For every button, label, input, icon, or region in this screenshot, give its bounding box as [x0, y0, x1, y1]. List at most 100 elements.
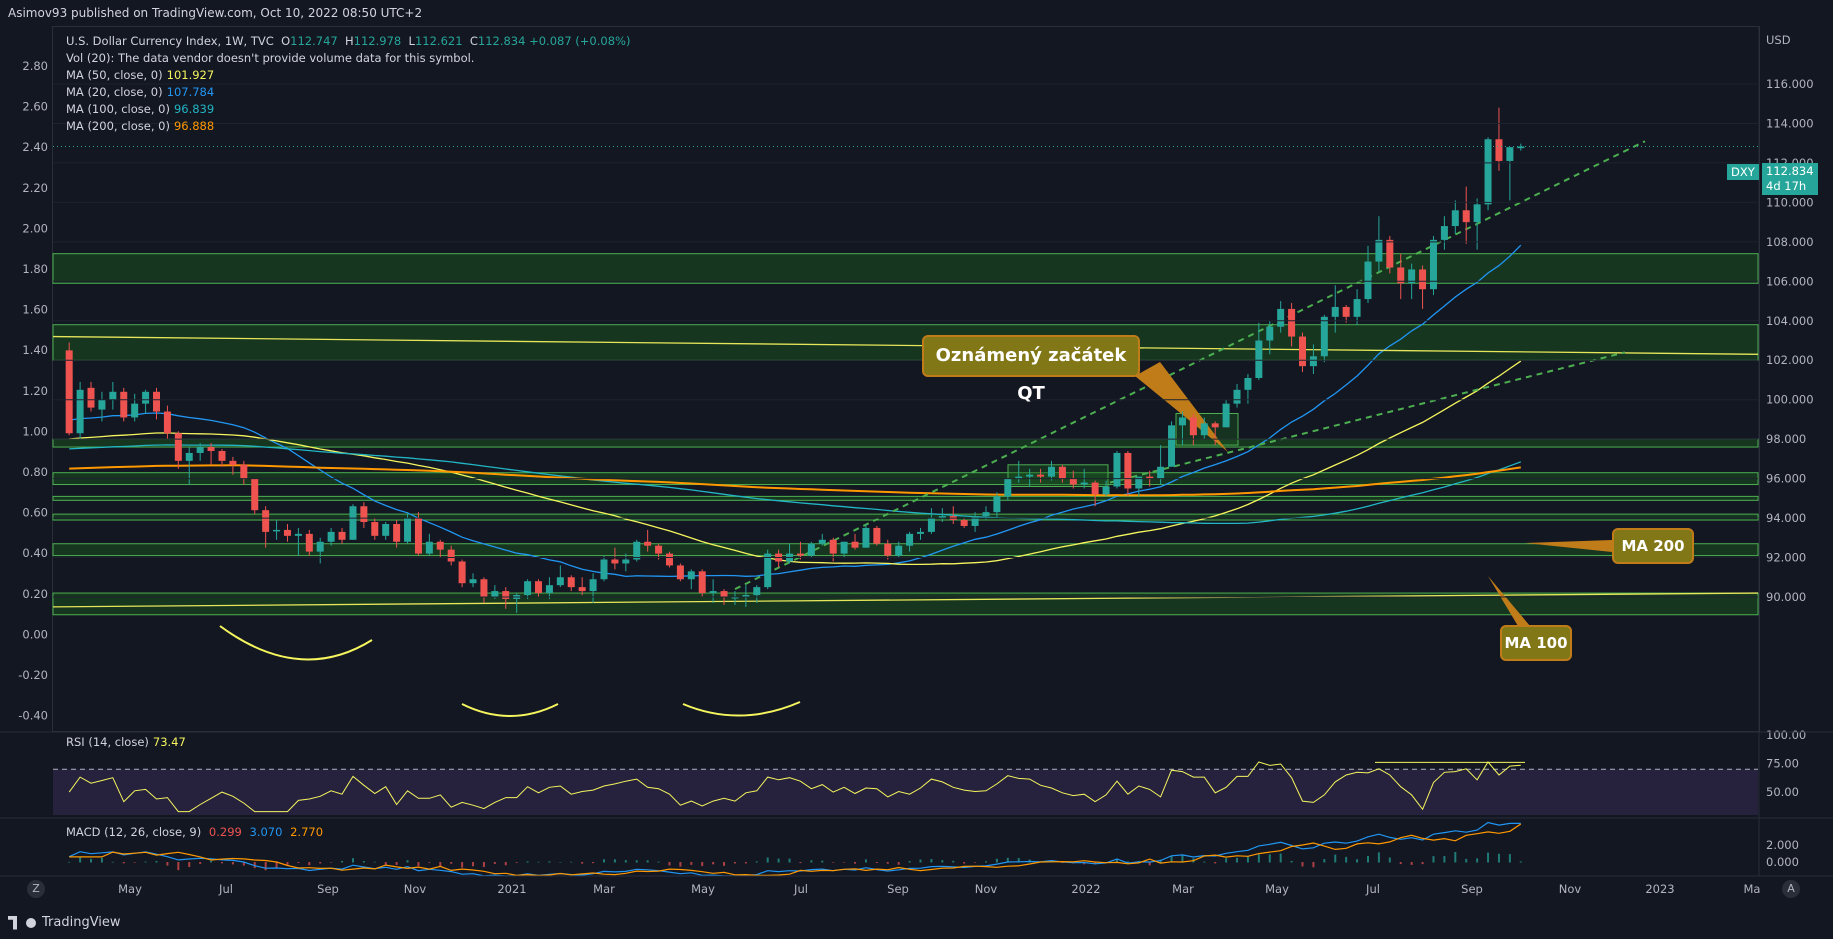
symbol-title: U.S. Dollar Currency Index, 1W, TVC [66, 34, 274, 48]
support-zone [52, 253, 1759, 284]
macd-histogram-bar [1377, 852, 1380, 863]
macd-histogram-bar [1301, 862, 1304, 867]
left-tick: 2.40 [22, 140, 48, 154]
candle-body [622, 559, 630, 564]
macd-histogram-bar [1432, 856, 1435, 863]
macd-histogram-bar [1225, 858, 1228, 863]
macd-histogram-bar [733, 862, 736, 864]
candle-body [447, 549, 455, 562]
candle-body [131, 403, 139, 418]
macd-histogram-bar [384, 862, 387, 865]
left-tick: 2.20 [22, 181, 48, 195]
candle-body [207, 447, 215, 451]
macd-histogram-bar [220, 862, 223, 864]
timezone-button[interactable]: Z [27, 880, 45, 898]
qt-callout[interactable]: Oznámený začátek QT [922, 335, 1140, 404]
macd-histogram-bar [461, 862, 464, 868]
candle-body [895, 545, 903, 556]
macd-tick: 0.000 [1766, 855, 1799, 869]
macd-histogram-bar [1497, 853, 1500, 863]
candle-body [1113, 452, 1121, 487]
price-tick: 90.000 [1766, 590, 1806, 604]
time-tick: Mar [593, 882, 615, 896]
macd-histogram-bar [1399, 862, 1402, 865]
candle-body [1080, 482, 1088, 485]
macd-histogram-bar [1487, 852, 1490, 863]
rounded-bottom-curve [682, 701, 801, 717]
candle-body [1168, 425, 1176, 467]
macd-histogram-bar [1323, 859, 1326, 863]
brand[interactable]: TradingView [8, 915, 121, 930]
candle-body [578, 587, 586, 592]
time-tick: Sep [317, 882, 339, 896]
support-zone [52, 513, 1759, 521]
candle-body [87, 387, 95, 408]
price-chart[interactable]: 100.00 75.00 50.00 2.000 0.000 116.000 114.0… [0, 0, 1833, 909]
candle-body [1517, 146, 1525, 149]
candle-body [665, 553, 673, 566]
candle-body [796, 553, 804, 556]
candle-body [1473, 204, 1481, 223]
candle-body [676, 565, 684, 580]
time-tick: May [1265, 882, 1289, 896]
candle-body [414, 518, 422, 554]
macd-histogram-bar [1476, 858, 1479, 863]
candle-body [1277, 308, 1285, 327]
macd-histogram-bar [548, 861, 551, 863]
candle-body [458, 561, 466, 584]
auto-scale-button[interactable]: A [1782, 880, 1800, 898]
axes: 116.000114.000112.000110.000108.000106.0… [0, 26, 1833, 896]
macd-histogram-bar [1268, 854, 1271, 863]
candle-body [196, 447, 204, 453]
rsi-pane: 100.00 75.00 50.00 [53, 728, 1806, 815]
candle-body [600, 559, 608, 580]
ma20-legend: MA (20, close, 0) 107.784 [66, 85, 215, 99]
price-tick: 94.000 [1766, 511, 1806, 525]
candle-body [927, 518, 935, 532]
left-tick: -0.20 [18, 668, 48, 682]
macd-histogram-bar [624, 860, 627, 863]
candle-body [1299, 336, 1307, 367]
candle-body [818, 539, 826, 544]
time-tick: Nov [975, 882, 998, 896]
candle-body [1288, 308, 1296, 337]
macd-histogram-bar [1454, 852, 1457, 863]
macd-histogram-bar [537, 861, 540, 863]
candle-body [338, 531, 346, 540]
candle-body [240, 464, 248, 479]
candle-body [294, 533, 302, 536]
candle-body [851, 541, 859, 548]
candle-body [153, 391, 161, 412]
macd-histogram-bar [843, 862, 846, 863]
candle-body [1331, 306, 1339, 317]
price-tick: 98.000 [1766, 432, 1806, 446]
macd-histogram-bar [1421, 862, 1424, 865]
macd-histogram-bar [373, 861, 376, 863]
macd-histogram-bar [1465, 858, 1468, 863]
candle-body [807, 543, 815, 556]
left-tick: 0.40 [22, 546, 48, 560]
macd-histogram-bar [395, 862, 398, 865]
left-tick: 0.00 [22, 627, 48, 641]
candle-body [960, 520, 968, 526]
candle-body [229, 460, 237, 465]
candle-body [349, 506, 357, 540]
candle-body [109, 391, 117, 400]
macd-histogram-bar [897, 862, 900, 865]
ma100-callout[interactable]: MA 100 [1500, 625, 1572, 661]
ma100-legend: MA (100, close, 0) 96.839 [66, 102, 215, 116]
left-tick: 1.00 [22, 424, 48, 438]
candle-body [251, 478, 259, 511]
macd-histogram-bar [406, 860, 409, 863]
macd-histogram-bar [864, 859, 867, 863]
macd-histogram-bar [886, 862, 889, 864]
macd-histogram-bar [919, 859, 922, 863]
candle-body [371, 522, 379, 536]
candle-body [327, 531, 335, 542]
candle-body [1211, 423, 1219, 428]
ma200-callout[interactable]: MA 200 [1612, 528, 1694, 564]
candle-body [1189, 417, 1197, 436]
macd-histogram-bar [1236, 857, 1239, 863]
macd-histogram-bar [777, 858, 780, 863]
macd-histogram-bar [559, 861, 562, 863]
